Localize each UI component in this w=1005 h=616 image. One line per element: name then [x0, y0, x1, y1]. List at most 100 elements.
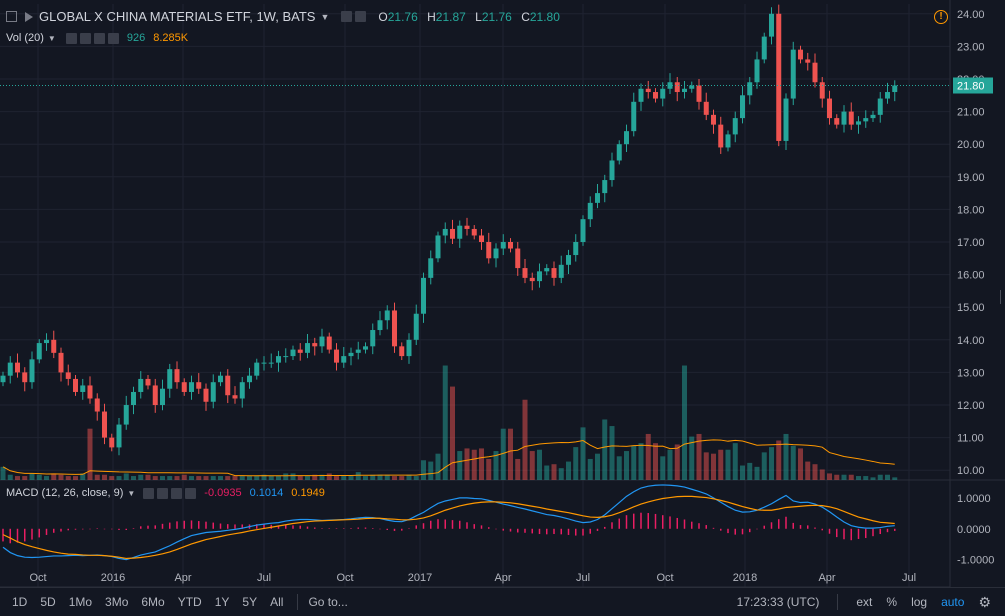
macd-hist-bar — [459, 520, 461, 529]
candle-body — [44, 339, 49, 344]
candle-body — [754, 59, 760, 83]
candle-body — [841, 111, 847, 125]
candle-body — [769, 13, 774, 37]
timeframe-3mo[interactable]: 3Mo — [105, 595, 128, 609]
candle-body — [537, 271, 542, 282]
timeframe-5y[interactable]: 5Y — [242, 595, 257, 609]
timeframe-all[interactable]: All — [270, 595, 283, 609]
volume-bar — [36, 474, 42, 480]
macd-hide-icon[interactable] — [171, 487, 183, 499]
volume-bar — [616, 456, 622, 480]
time-tick-label: Apr — [494, 572, 511, 584]
candle-body — [653, 92, 658, 99]
macd-hist-bar — [546, 528, 548, 535]
volume-bar — [711, 453, 716, 480]
candle-body — [326, 336, 332, 350]
timeframe-1mo[interactable]: 1Mo — [69, 595, 92, 609]
volume-bar — [631, 445, 637, 480]
time-tick-label: Oct — [656, 572, 673, 584]
pane-resize-handle[interactable] — [1000, 290, 1005, 304]
candle-body — [196, 382, 202, 389]
candle-body — [305, 343, 310, 353]
volume-menu-icon[interactable]: ▼ — [48, 34, 56, 43]
macd-menu-icon[interactable]: ▼ — [127, 489, 135, 498]
macd-settings-icon[interactable] — [143, 487, 155, 499]
ext-toggle[interactable]: ext — [856, 595, 872, 609]
goto-button[interactable]: Go to... — [308, 595, 347, 609]
macd-label[interactable]: MACD (12, 26, close, 9) — [6, 487, 123, 499]
candle-body — [189, 382, 194, 392]
volume-bar — [392, 476, 397, 480]
candle-body — [863, 118, 869, 122]
volume-bar — [747, 462, 753, 480]
volume-bar — [609, 426, 615, 480]
macd-close-icon[interactable] — [185, 487, 197, 499]
timeframe-5d[interactable]: 5D — [40, 595, 55, 609]
macd-format-icon[interactable] — [157, 487, 169, 499]
volume-format-icon[interactable] — [79, 32, 91, 44]
volume-hide-icon[interactable] — [93, 32, 105, 44]
percent-toggle[interactable]: % — [886, 595, 897, 609]
candle-body — [116, 424, 122, 448]
macd-hist-bar — [306, 526, 309, 529]
macd-hist-bar — [807, 525, 809, 529]
volume-bar — [740, 465, 745, 480]
volume-bar — [73, 476, 78, 480]
volume-bar — [254, 476, 260, 480]
candle-body — [435, 235, 441, 259]
flag-icon[interactable] — [25, 11, 33, 22]
timeframe-ytd[interactable]: YTD — [178, 595, 202, 609]
timeframe-6mo[interactable]: 6Mo — [141, 595, 164, 609]
chart-canvas[interactable]: 10.00 11.00 12.00 13.00 14.00 15.00 16.00 17.00… — [0, 0, 1005, 615]
toolbar-divider — [297, 594, 299, 610]
symbol-menu-icon[interactable]: ▼ — [320, 12, 329, 22]
timeframe-1d[interactable]: 1D — [12, 595, 27, 609]
candle-body — [711, 114, 716, 125]
volume-bar — [355, 472, 361, 480]
volume-bar — [464, 448, 470, 480]
candle-body — [254, 362, 260, 376]
volume-bar — [160, 476, 165, 480]
collapse-icon[interactable] — [6, 11, 17, 22]
legend-hide-icon[interactable] — [355, 11, 367, 22]
candle-body — [508, 242, 513, 249]
clock-display[interactable]: 17:23:33 (UTC) — [737, 595, 820, 609]
macd-hist-bar — [38, 528, 40, 538]
candle-body — [573, 242, 579, 256]
volume-bar — [109, 476, 115, 480]
settings-gear-icon[interactable]: ⚙ — [978, 594, 991, 611]
auto-toggle[interactable]: auto — [941, 595, 964, 609]
candle-body — [457, 225, 463, 239]
log-toggle[interactable]: log — [911, 595, 927, 609]
macd-hist-bar — [24, 528, 26, 542]
volume-bar — [783, 433, 789, 480]
volume-bar — [334, 476, 339, 480]
time-tick-label: 2016 — [101, 572, 125, 584]
candle-body — [341, 356, 347, 363]
volume-close-icon[interactable] — [107, 32, 119, 44]
timeframe-1y[interactable]: 1Y — [215, 595, 230, 609]
candle-body — [406, 339, 412, 357]
candle-body — [696, 85, 702, 102]
candle-body — [413, 313, 419, 340]
volume-bar — [203, 476, 209, 480]
symbol-title[interactable]: GLOBAL X CHINA MATERIALS ETF, 1W, BATS — [39, 9, 315, 24]
volume-bar — [268, 476, 274, 480]
volume-settings-icon[interactable] — [65, 32, 77, 44]
volume-bar — [174, 476, 180, 480]
macd-hist-bar — [596, 528, 599, 531]
candle-body — [283, 356, 289, 358]
alert-icon[interactable]: ! — [934, 10, 948, 24]
macd-hist-bar — [524, 528, 526, 533]
candle-body — [334, 349, 339, 363]
volume-bar — [732, 443, 738, 480]
macd-hist-bar — [553, 528, 555, 535]
legend-settings-icon[interactable] — [341, 11, 353, 22]
volume-bar — [660, 456, 666, 480]
candle-body — [15, 362, 20, 373]
macd-hist-bar — [683, 519, 686, 529]
volume-bar — [776, 440, 782, 480]
volume-bar — [856, 476, 861, 480]
macd-legend: MACD (12, 26, close, 9) ▼ -0.0935 0.1014… — [6, 487, 325, 499]
volume-label[interactable]: Vol (20) — [6, 32, 44, 44]
